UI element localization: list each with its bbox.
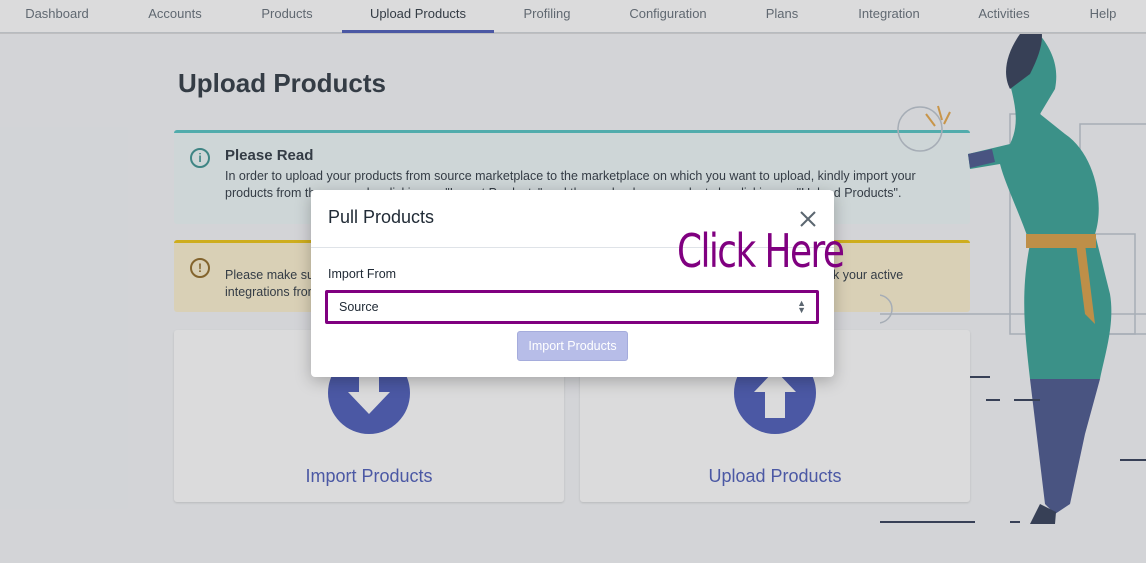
pull-products-modal: Pull Products Import From Source ▲ ▼ Impo… xyxy=(311,190,834,377)
import-from-label: Import From xyxy=(328,267,397,281)
click-here-annotation: Click Here xyxy=(677,224,845,278)
import-from-select[interactable]: Source ▲ ▼ xyxy=(325,290,819,324)
modal-title: Pull Products xyxy=(328,207,435,227)
import-products-button[interactable]: Import Products xyxy=(517,331,628,361)
select-value: Source xyxy=(339,300,379,314)
select-caret-icon: ▲ ▼ xyxy=(797,298,806,315)
